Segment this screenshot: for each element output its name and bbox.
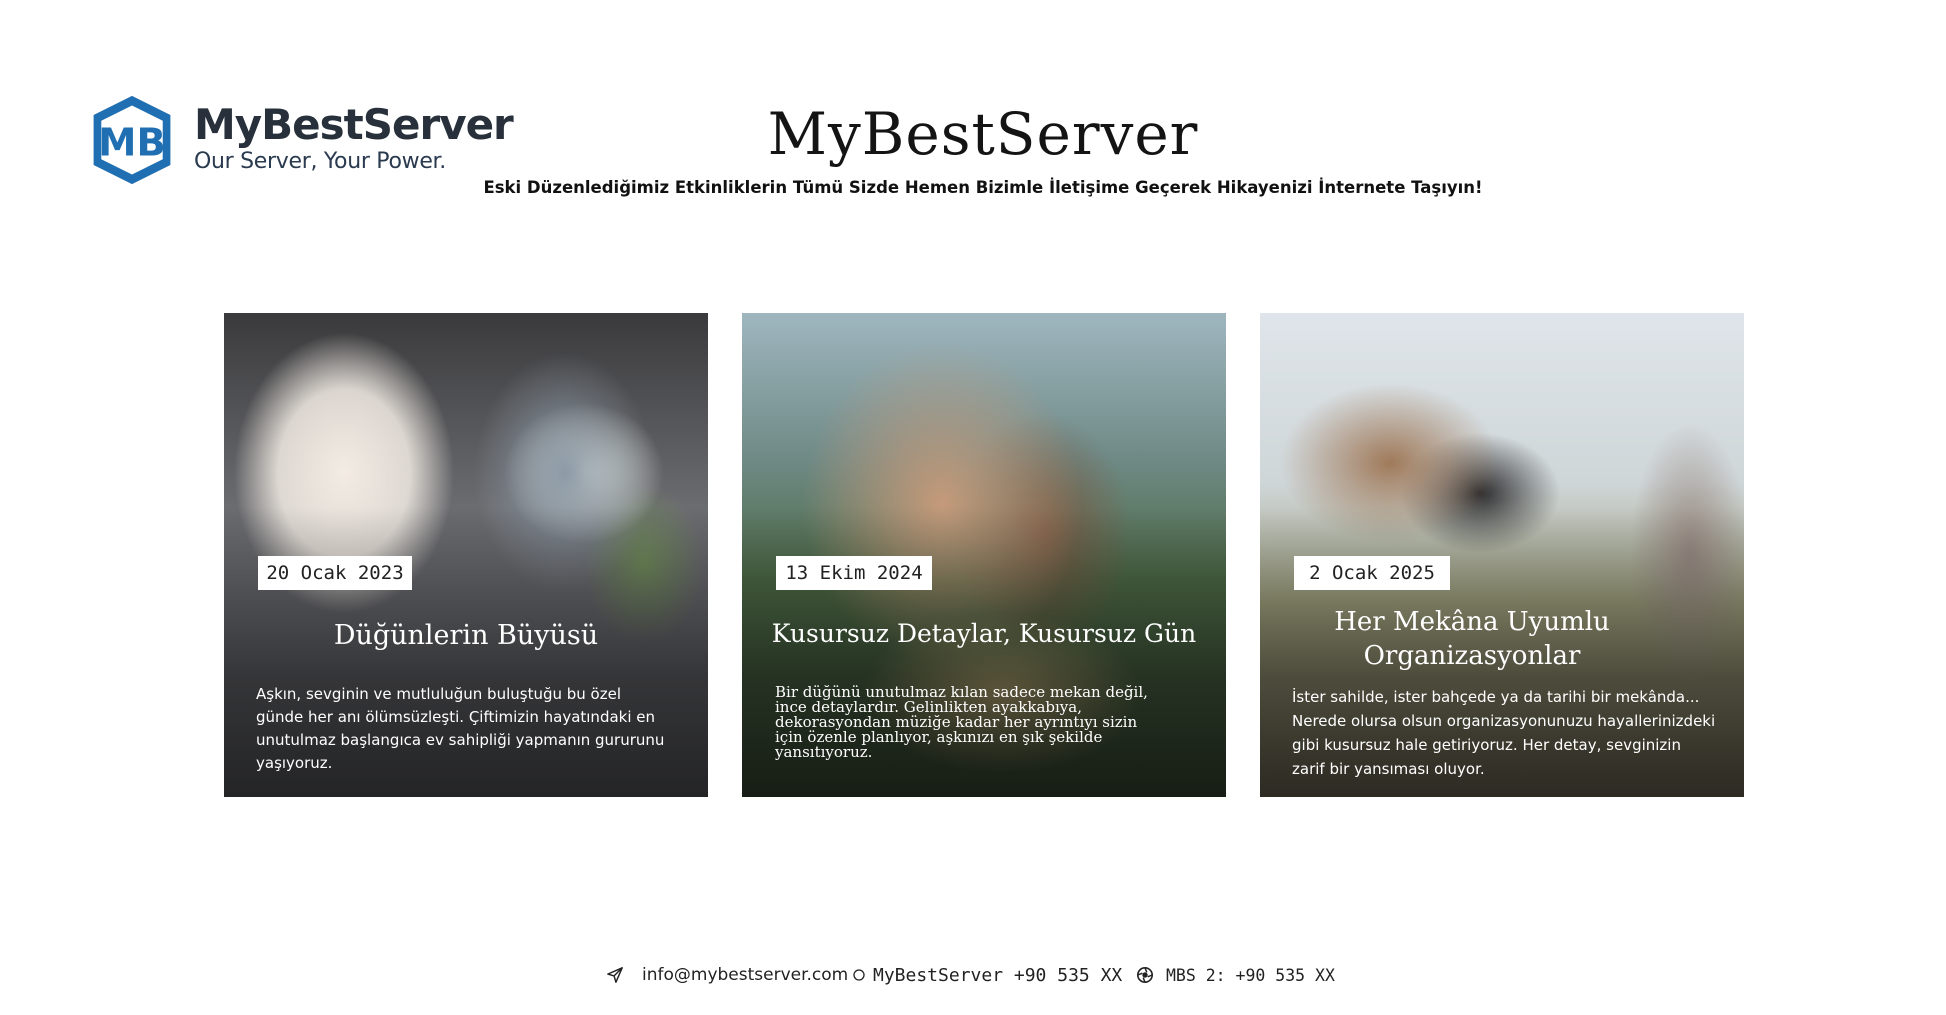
page-title: MyBestServer: [767, 100, 1199, 168]
event-date-badge: 20 Ocak 2023: [258, 556, 412, 590]
footer-email-link[interactable]: info@mybestserver.com: [606, 960, 848, 990]
footer-phone-1-link[interactable]: MyBestServer +90 535 XX: [853, 960, 1122, 990]
event-title[interactable]: Düğünlerin Büyüsü: [224, 619, 708, 653]
send-icon: [607, 967, 623, 983]
event-description: Bir düğünü unutulmaz kılan sadece mekan …: [775, 683, 1148, 761]
footer-phone-2-link[interactable]: MBS 2: +90 535 XX: [1136, 960, 1335, 990]
footer-phone-1: MyBestServer +90 535 XX: [873, 964, 1123, 986]
event-card-3[interactable]: 2 Ocak 2025 Her Mekâna Uyumlu Organizasy…: [1260, 313, 1744, 797]
footer-email: info@mybestserver.com: [642, 965, 849, 985]
footer-contact-bar: info@mybestserver.com MyBestServer +90 5…: [0, 960, 1946, 990]
event-date-badge: 13 Ekim 2024: [776, 556, 932, 590]
aperture-icon: [1136, 966, 1154, 984]
page-tagline: Eski Düzenlediğimiz Etkinliklerin Tümü S…: [483, 178, 1483, 197]
event-title[interactable]: Kusursuz Detaylar, Kusursuz Gün: [742, 617, 1226, 651]
event-description: İster sahilde, ister bahçede ya da tarih…: [1292, 688, 1716, 778]
event-card-1[interactable]: 20 Ocak 2023 Düğünlerin Büyüsü Aşkın, se…: [224, 313, 708, 797]
event-card-2[interactable]: 13 Ekim 2024 Kusursuz Detaylar, Kusursuz…: [742, 313, 1226, 797]
event-description: Aşkın, sevginin ve mutluluğun buluştuğu …: [256, 685, 665, 772]
phone-circle-icon: [853, 969, 865, 981]
event-title[interactable]: Her Mekâna Uyumlu Organizasyonlar: [1260, 605, 1744, 673]
footer-phone-2: MBS 2: +90 535 XX: [1166, 965, 1335, 985]
event-date-badge: 2 Ocak 2025: [1294, 556, 1450, 590]
